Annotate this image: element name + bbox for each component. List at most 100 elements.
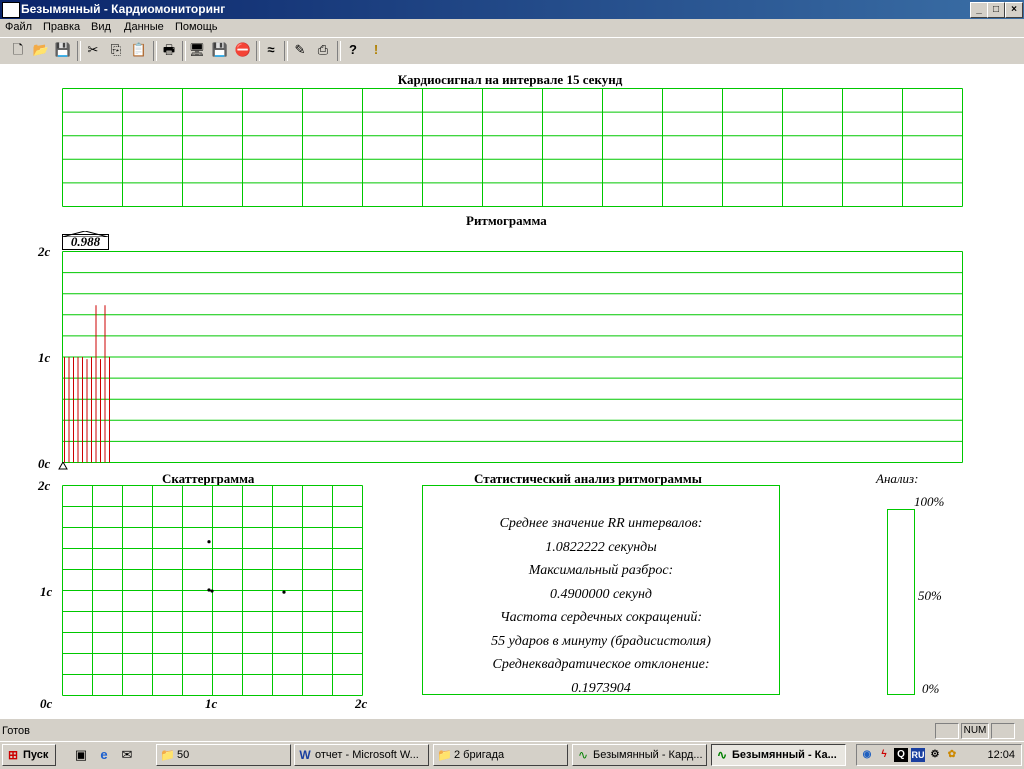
ie-icon[interactable]: e [95,746,113,764]
close-button[interactable]: × [1005,2,1023,18]
analysis-tick-100: 100% [914,494,945,509]
show-desktop-icon[interactable]: ▣ [72,746,90,764]
title-bar: Безымянный - Кардиомониторинг _ □ × [0,0,1024,19]
scatter-point [207,588,211,592]
stop-icon[interactable]: ⛔ [234,41,252,59]
cardio-app-icon: ∿ [716,748,728,762]
taskbar-button[interactable]: ∿ Безымянный - Кард... [572,744,707,766]
open-icon[interactable]: 📂 [32,41,50,59]
menu-edit[interactable]: Правка [43,21,80,33]
taskbar-button[interactable]: W отчет - Microsoft W... [294,744,429,766]
scatter-point [207,540,211,544]
toolbar-separator [284,41,288,61]
start-label: Пуск [23,749,49,761]
paste-icon[interactable]: 📋 [130,41,148,59]
scattergram-x-tick: 2c [355,696,368,711]
stat-max-spread-label: Максимальный разброс: [528,563,674,578]
folder-icon: 📁 [437,748,452,762]
copy-icon[interactable]: ⎘ [107,41,125,59]
stat-heart-rate-label: Частота сердечных сокращений: [499,610,703,625]
toolbar: 🗋 📂 💾 ✂ ⎘ 📋 🖶 🖥 💾 ⛔ ≈ ✎ ⎙ ? ! [0,37,1024,65]
stat-mean-rr-value: 1.0822222 секунды [545,540,657,555]
stat-stddev-value: 0.1973904 [571,681,631,696]
scattergram-x-tick: 0c [40,696,53,711]
cardio-app-icon: ∿ [577,748,589,762]
export-icon[interactable]: ⎙ [314,41,332,59]
folder-icon: 📁 [160,748,175,762]
help-icon[interactable]: ? [344,41,362,59]
taskbar-button-label: Безымянный - Кард... [593,749,703,761]
minimize-button[interactable]: _ [970,2,988,18]
print-icon[interactable]: 🖶 [160,41,178,59]
scattergram-chart [62,485,363,696]
taskbar-button[interactable]: 📁 2 бригада [433,744,568,766]
disk-icon[interactable]: 💾 [211,41,229,59]
maximize-button[interactable]: □ [987,2,1005,18]
new-icon[interactable]: 🗋 [9,41,27,59]
analysis-tick-50: 50% [918,588,942,603]
status-text: Готов [2,725,30,737]
stat-mean-rr-label: Среднее значение RR интервалов: [499,516,703,531]
toolbar-separator [337,41,341,61]
scattergram-y-tick: 1c [40,584,53,599]
context-help-icon[interactable]: ! [367,41,385,59]
toolbar-separator [77,41,81,61]
client-area: Кардиосигнал на интервале 15 секунд Ритм… [0,64,1024,719]
rhythmogram-y-tick: 2c [38,244,51,259]
clock: 12:04 [987,749,1015,761]
rhythmogram-y-tick: 0c [38,456,51,471]
stat-stddev-label: Среднеквадратическое отклонение: [492,657,710,672]
signal-wave-icon[interactable]: ≈ [262,41,280,59]
app-icon [2,2,20,18]
monitor-icon[interactable]: 🖥 [188,41,206,59]
taskbar-button-active[interactable]: ∿ Безымянный - Ка... [711,744,846,766]
scatter-point [282,590,286,594]
toolbar-separator [256,41,260,61]
analysis-tick-0: 0% [922,681,940,696]
system-tray: ◉ ϟ Q RU ⚙ ✿ 12:04 [856,744,1022,766]
toolbar-separator [153,41,157,61]
rhythmogram-title: Ритмограмма [466,213,547,228]
cardiosignal-title: Кардиосигнал на интервале 15 секунд [397,72,623,87]
rhythmogram-chart [62,251,963,463]
word-icon: W [299,748,311,762]
cardiosignal-chart [62,88,963,207]
stat-heart-rate-value: 55 ударов в минуту (брадисистолия) [491,634,711,649]
taskbar-button-label: Безымянный - Ка... [732,749,837,761]
language-indicator[interactable]: RU [911,748,925,762]
status-pane-scroll [991,723,1015,739]
messenger-icon[interactable]: ✿ [945,748,959,762]
window-title: Безымянный - Кардиомониторинг [21,2,226,16]
taskbar-button-label: 50 [177,749,190,761]
antivirus-icon[interactable]: ϟ [877,748,891,762]
start-button[interactable]: ⊞ Пуск [2,744,56,766]
taskbar-button[interactable]: 📁 50 [156,744,291,766]
network-icon[interactable]: ◉ [860,748,874,762]
scattergram-y-tick: 2c [38,478,51,493]
status-pane-num: NUM [961,723,989,739]
taskbar: ⊞ Пуск ▣ e ✉ 📁 50 W отчет - Microsoft W.… [0,741,1024,769]
hardware-icon[interactable]: ⚙ [928,748,942,762]
menu-file[interactable]: Файл [5,21,32,33]
menu-help[interactable]: Помощь [175,21,218,33]
statistics-panel: Среднее значение RR интервалов: 1.082222… [422,485,780,696]
taskbar-button-label: отчет - Microsoft W... [315,749,419,761]
windows-logo-icon: ⊞ [7,748,19,762]
quicktime-icon[interactable]: Q [894,748,908,762]
analysis-gauge [887,509,915,695]
toolbar-separator [182,41,186,61]
menu-view[interactable]: Вид [91,21,111,33]
outlook-icon[interactable]: ✉ [118,746,136,764]
taskbar-button-label: 2 бригада [454,749,505,761]
cursor-triangle-icon[interactable] [58,462,68,470]
scatter-point [210,589,214,593]
scattergram-x-tick: 1c [205,696,218,711]
menu-data[interactable]: Данные [124,21,164,33]
edit-pen-icon[interactable]: ✎ [291,41,309,59]
cut-icon[interactable]: ✂ [84,41,102,59]
status-bar: Готов NUM [0,721,1024,741]
stat-max-spread-value: 0.4900000 секунд [549,587,653,602]
rhythmogram-y-tick: 1c [38,350,51,365]
status-pane-caps [935,723,959,739]
save-icon[interactable]: 💾 [54,41,72,59]
